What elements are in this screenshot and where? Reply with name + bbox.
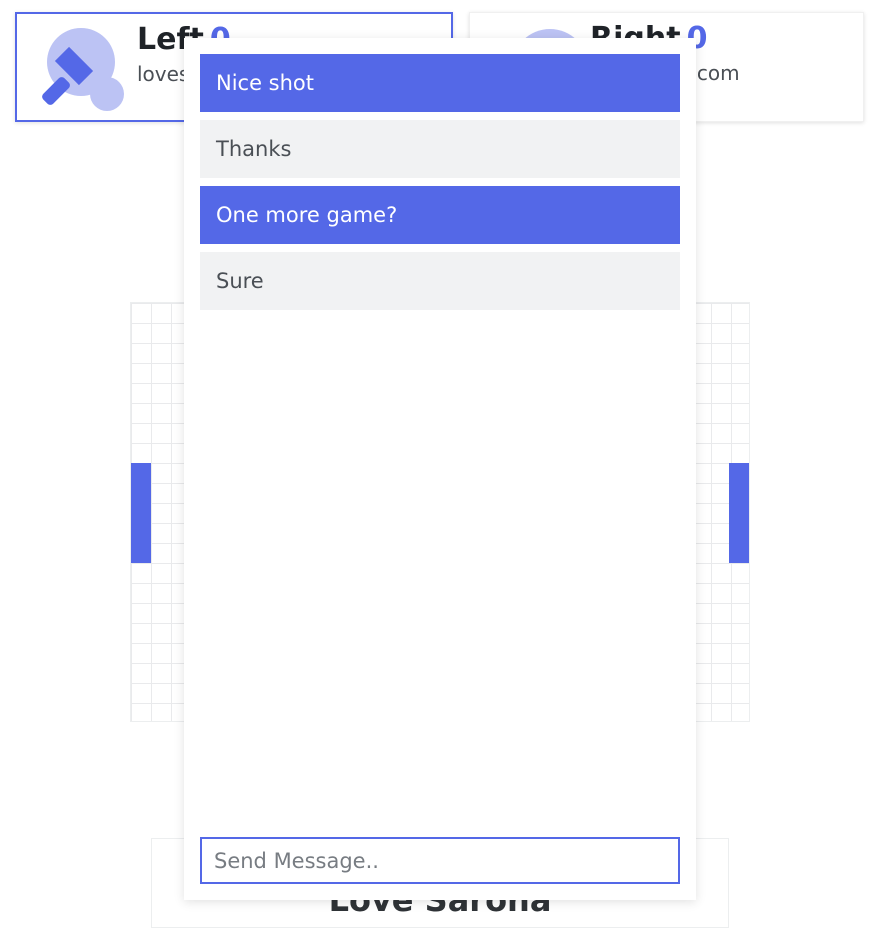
left-player-email: loves — [137, 62, 190, 86]
chat-panel: Nice shot Thanks One more game? Sure — [184, 38, 696, 900]
chat-message: Nice shot — [200, 54, 680, 112]
send-message-input[interactable] — [200, 837, 680, 884]
chat-message: Thanks — [200, 120, 680, 178]
chat-message: Sure — [200, 252, 680, 310]
left-paddle — [131, 463, 151, 563]
chat-message: One more game? — [200, 186, 680, 244]
chat-messages: Nice shot Thanks One more game? Sure — [200, 54, 680, 318]
ping-pong-icon — [42, 28, 124, 111]
right-paddle — [729, 463, 749, 563]
